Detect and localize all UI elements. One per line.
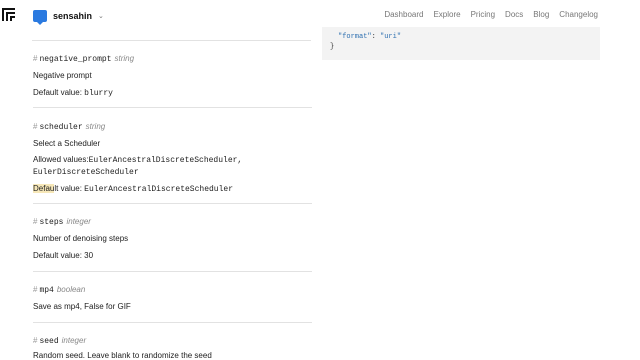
param-type: string [114, 54, 135, 63]
nav-pricing[interactable]: Pricing [471, 10, 495, 19]
schema-code-block: "format": "uri" } [322, 27, 600, 60]
param-description: Save as mp4, False for GIF [33, 302, 131, 311]
divider [33, 322, 312, 323]
hash-icon: # [33, 122, 38, 131]
main-nav: Dashboard Explore Pricing Docs Blog Chan… [374, 10, 598, 19]
param-header: # scheduler string [33, 122, 312, 133]
param-scheduler: # scheduler string Select a Scheduler Allo… [33, 122, 312, 194]
param-default: Default value: blurry [33, 88, 113, 98]
param-header: # seed integer [33, 336, 312, 347]
hash-icon: # [33, 285, 38, 294]
code-line: "format": "uri" [338, 33, 402, 41]
param-header: # negative_prompt string [33, 54, 312, 65]
param-default: Default value: EulerAncestralDiscreteSch… [33, 184, 233, 194]
param-description: Number of denoising steps [33, 234, 129, 243]
param-mp4: # mp4 boolean Save as mp4, False for GIF [33, 285, 312, 311]
param-allowed-values: Allowed values:EulerAncestralDiscreteSch… [33, 155, 243, 177]
hash-icon: # [33, 54, 38, 63]
divider [33, 271, 312, 272]
divider [33, 107, 312, 108]
param-default: Default value: 30 [33, 251, 94, 260]
hash-icon: # [33, 336, 38, 345]
param-negative-prompt: # negative_prompt string Negative prompt D… [33, 54, 312, 98]
param-description: Negative prompt [33, 71, 92, 80]
divider [33, 203, 312, 204]
param-type: integer [61, 336, 87, 345]
account-switcher[interactable]: sensahin ⌄ [33, 9, 104, 25]
nav-docs[interactable]: Docs [505, 10, 523, 19]
param-type: integer [66, 217, 91, 226]
hash-icon: # [33, 217, 38, 226]
username: sensahin [53, 11, 93, 21]
nav-explore[interactable]: Explore [433, 10, 460, 19]
divider [32, 40, 311, 41]
chevron-down-icon: ⌄ [98, 13, 104, 20]
param-description: Random seed. Leave blank to randomize th… [33, 351, 212, 360]
param-name: seed [39, 337, 59, 346]
chat-bubble-icon [33, 10, 47, 25]
param-header: # steps integer [33, 217, 312, 228]
param-header: # mp4 boolean [33, 285, 312, 296]
param-description: Select a Scheduler [33, 139, 101, 148]
param-name: steps [39, 218, 64, 227]
code-line: } [330, 43, 335, 51]
param-name: scheduler [39, 123, 83, 132]
nav-changelog[interactable]: Changelog [559, 10, 598, 19]
param-steps: # steps integer Number of denoising steps … [33, 217, 312, 260]
param-seed: # seed integer Random seed. Leave blank to… [33, 336, 312, 360]
param-type: boolean [56, 285, 86, 294]
param-name: mp4 [39, 286, 54, 295]
nav-dashboard[interactable]: Dashboard [384, 10, 423, 19]
replicate-logo-icon[interactable] [2, 8, 15, 21]
param-name: negative_prompt [39, 55, 112, 64]
nav-blog[interactable]: Blog [533, 10, 549, 19]
param-type: string [85, 122, 106, 131]
